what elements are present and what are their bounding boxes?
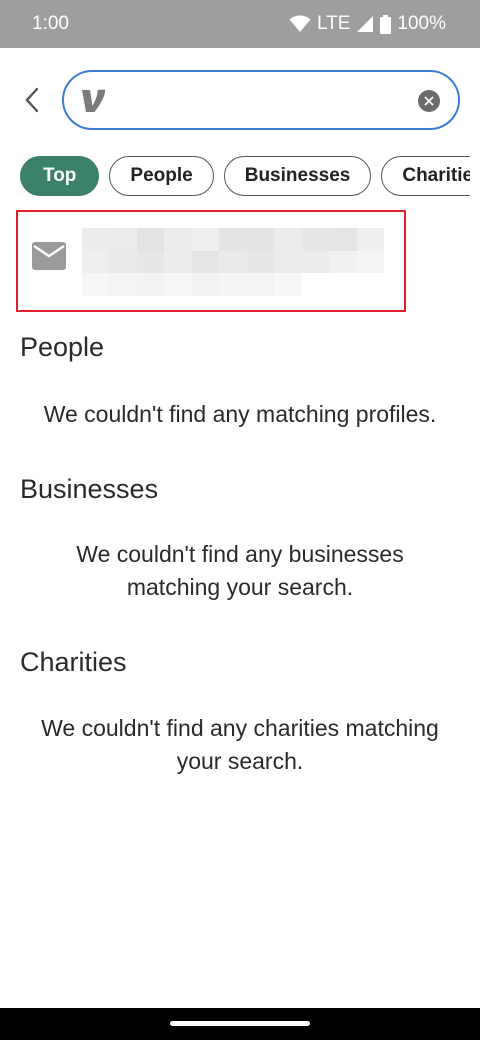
status-bar: 1:00 LTE 100%	[0, 0, 480, 48]
filter-chips: Top People Businesses Charities	[20, 156, 470, 198]
battery-label: 100%	[397, 13, 446, 34]
businesses-section-title: Businesses	[20, 474, 159, 504]
search-row	[0, 70, 480, 130]
chip-businesses[interactable]: Businesses	[223, 156, 372, 196]
status-icons: LTE 100%	[289, 13, 446, 35]
battery-icon	[380, 14, 392, 34]
clear-icon	[424, 96, 434, 106]
people-empty-text: We couldn't find any matching profiles.	[43, 401, 437, 427]
chip-people[interactable]: People	[109, 156, 214, 196]
mail-icon	[32, 242, 66, 270]
signal-icon	[357, 16, 374, 32]
charities-section-title: Charities	[20, 647, 127, 677]
businesses-empty-line2: matching your search.	[126, 574, 354, 600]
status-time: 1:00	[32, 13, 69, 34]
businesses-empty-line1: We couldn't find any businesses	[76, 541, 404, 567]
search-box[interactable]	[62, 70, 460, 130]
charities-empty-line2: your search.	[176, 748, 304, 774]
wifi-icon	[289, 15, 311, 32]
home-gesture-handle[interactable]	[170, 1021, 310, 1026]
businesses-empty-message: We couldn't find any businesses matching…	[0, 538, 480, 604]
network-label: LTE	[316, 13, 351, 34]
people-empty-message: We couldn't find any matching profiles.	[0, 398, 480, 431]
charities-empty-message: We couldn't find any charities matching …	[0, 712, 480, 778]
clear-search-button[interactable]	[418, 90, 440, 112]
search-input[interactable]	[116, 82, 406, 120]
people-section-title: People	[20, 332, 105, 362]
redacted-email-text	[82, 228, 384, 296]
charities-empty-line1: We couldn't find any charities matching	[41, 715, 439, 741]
chip-charities[interactable]: Charities	[381, 156, 470, 196]
chevron-left-icon	[25, 87, 39, 113]
back-button[interactable]	[14, 80, 50, 120]
venmo-logo-icon	[82, 89, 106, 112]
chip-top[interactable]: Top	[20, 156, 100, 196]
navigation-bar	[0, 1008, 480, 1040]
